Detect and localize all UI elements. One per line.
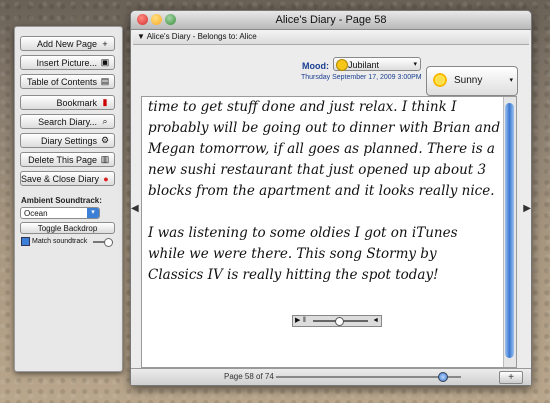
close-icon: ● [103,173,109,184]
close-window-button[interactable] [137,14,148,25]
search-diary-button[interactable]: Search Diary... ⌕ [20,114,115,129]
add-new-page-button[interactable]: Add New Page + [20,36,115,51]
diary-line [148,286,508,307]
weather-select[interactable]: Sunny ▾ [426,66,518,96]
tab-arrow-icon: ▼ [137,32,145,41]
book-icon: ▤ [100,76,110,86]
zoom-window-button[interactable] [165,14,176,25]
diary-tab[interactable]: ▼ Alice's Diary - Belongs to: Alice [133,30,529,45]
diary-settings-button[interactable]: Diary Settings ⚙ [20,133,115,148]
toggle-backdrop-button[interactable]: Toggle Backdrop [20,222,115,234]
trash-icon: ▥ [100,154,110,164]
search-icon: ⌕ [102,116,108,126]
ambient-soundtrack-label: Ambient Soundtrack: [21,196,102,205]
diary-page[interactable]: time to get stuff done and just relax. I… [141,96,517,368]
play-icon[interactable]: ▶ [295,316,300,326]
chevron-down-icon: ▾ [509,77,513,84]
match-soundtrack-row: Match soundtrack [21,237,114,247]
chevron-down-icon: ▾ [87,208,99,218]
gear-icon: ⚙ [100,135,110,145]
page-slider-knob[interactable] [438,372,448,382]
diary-line: new sushi restaurant that just opened up… [148,162,487,178]
match-soundtrack-checkbox[interactable] [21,237,30,246]
table-of-contents-button[interactable]: Table of Contents ▤ [20,74,115,89]
audio-player[interactable]: ▶ ‖ ◄ [292,315,382,327]
diary-line [148,202,508,223]
page-footer: Page 58 of 74 + [131,368,531,385]
previous-page-arrow[interactable]: ◀ [131,203,139,214]
soundtrack-select[interactable]: Ocean ▾ [20,207,100,219]
add-page-footer-button[interactable]: + [499,371,523,384]
entry-date: Thursday September 17, 2009 3:00PM [301,74,422,81]
save-close-diary-button[interactable]: Save & Close Diary ● [20,171,115,186]
mood-select[interactable]: Jubilant ▾ [333,57,421,71]
scrollbar-thumb[interactable] [505,103,514,358]
next-page-arrow[interactable]: ▶ [523,203,531,214]
diary-line: probably will be going out to dinner wit… [148,120,501,136]
diary-window: Alice's Diary - Page 58 ▼ Alice's Diary … [130,10,532,386]
volume-icon[interactable]: ◄ [372,316,379,326]
diary-line [148,328,508,349]
mood-label: Mood: [302,61,329,71]
minimize-window-button[interactable] [151,14,162,25]
page-slider[interactable] [276,376,461,378]
diary-line: I was listening to some oldies I got on … [148,225,458,241]
diary-line [148,349,508,367]
page-indicator: Page 58 of 74 [224,372,274,381]
chevron-down-icon: ▾ [413,61,417,68]
delete-page-button[interactable]: Delete This Page ▥ [20,152,115,167]
insert-picture-button[interactable]: Insert Picture... ▣ [20,55,115,70]
diary-page-text[interactable]: time to get stuff done and just relax. I… [148,97,508,367]
diary-line: while we were there. This song Stormy by [148,246,437,262]
smiley-icon [336,59,348,71]
audio-scrubber-knob[interactable] [335,317,344,326]
image-icon: ▣ [100,57,110,67]
pause-icon[interactable]: ‖ [303,316,306,326]
volume-slider[interactable] [93,237,114,247]
diary-line: Megan tomorrow, if all goes as planned. … [148,141,495,157]
diary-sidebar-panel: Add New Page + Insert Picture... ▣ Table… [14,26,123,372]
sun-icon [432,72,448,88]
diary-line: time to get stuff done and just relax. I… [148,99,457,115]
page-scrollbar[interactable] [503,97,516,367]
plus-icon: + [102,38,108,49]
window-titlebar: Alice's Diary - Page 58 [131,11,531,30]
bookmark-icon: ▮ [102,97,108,107]
window-title: Alice's Diary - Page 58 [275,14,387,26]
diary-line: Classics IV is really hitting the spot t… [148,267,439,283]
diary-line: blocks from the apartment and it looks r… [148,183,495,199]
bookmark-button[interactable]: Bookmark ▮ [20,95,115,110]
